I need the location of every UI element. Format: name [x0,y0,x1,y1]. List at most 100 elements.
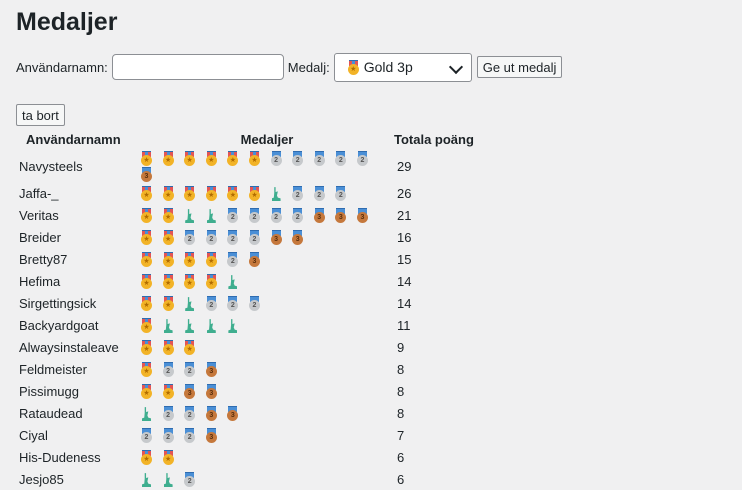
give-medal-button[interactable]: Ge ut medalj [476,56,563,78]
table-row: Veritas ★ ★ 2 2 2 2 3 3 3 21 [16,204,474,226]
bronze-medal-icon: 3 [183,384,196,400]
medal-select[interactable]: ★ Gold 3p [333,52,472,82]
silver-medal-icon: 2 [183,230,196,246]
statue-icon [140,472,153,488]
silver-medal-icon: 2 [226,296,239,312]
gold-medal-icon: ★ [140,230,153,246]
bronze-medal-icon: 3 [270,230,283,246]
username-cell: Hefima [19,273,61,289]
gold-medal-icon: ★ [205,151,218,167]
username-cell: Breider [19,229,61,245]
silver-medal-icon: 2 [205,230,218,246]
silver-medal-icon: 2 [291,208,304,224]
silver-medal-icon: 2 [248,230,261,246]
silver-medal-icon: 2 [162,406,175,422]
medals-cell: ★ ★ ★ ★ ★ ★ 2 2 2 [140,182,394,204]
silver-medal-icon: 2 [270,208,283,224]
bronze-medal-icon: 3 [205,406,218,422]
table-row: Alwaysinstaleave ★ ★ ★ 9 [16,336,474,358]
points-cell: 8 [397,405,405,421]
points-cell: 7 [397,427,405,443]
username-cell: Bretty87 [19,251,68,267]
gold-medal-icon: ★ [248,186,261,202]
medal-label: Medalj: [287,59,330,75]
statue-icon [140,406,153,422]
silver-medal-icon: 2 [248,296,261,312]
column-header-points: Totala poäng [394,131,474,147]
points-cell: 21 [397,207,412,223]
table-row: Backyardgoat ★ 11 [16,314,474,336]
medals-cell: 2233 [140,402,394,424]
gold-medal-icon: ★ [140,296,153,312]
gold-medal-icon: ★ [226,186,239,202]
statue-icon [183,296,196,312]
statue-icon [270,186,283,202]
bronze-medal-icon: 3 [356,208,369,224]
statue-icon [183,208,196,224]
gold-medal-icon: ★ [183,252,196,268]
statue-icon [205,208,218,224]
gold-medal-icon: ★ [140,252,153,268]
gold-medal-icon: ★ [162,274,175,290]
medals-cell: ★ ★ ★ ★ 2 3 [140,248,394,270]
username-cell: Veritas [19,207,59,223]
points-cell: 6 [397,471,405,487]
chevron-down-icon [448,59,463,74]
medals-cell: ★ ★ [140,446,394,468]
bronze-medal-icon: 3 [334,208,347,224]
silver-medal-icon: 2 [162,362,175,378]
gold-medal-icon: ★ [183,340,196,356]
gold-medal-icon: ★ [140,362,153,378]
silver-medal-icon: 2 [291,186,304,202]
username-input[interactable] [111,54,284,80]
points-cell: 8 [397,383,405,399]
gold-medal-icon: ★ [140,151,153,167]
gold-medal-icon: ★ [183,274,196,290]
points-cell: 11 [397,317,411,333]
gold-medal-icon: ★ [140,318,153,334]
medals-cell: 2223 [140,424,394,446]
username-cell: Feldmeister [19,361,87,377]
username-cell: Ciyal [19,427,48,443]
silver-medal-icon: 2 [162,428,175,444]
points-cell: 6 [397,449,405,465]
gold-medal-icon: ★ [162,340,175,356]
bronze-medal-icon: 3 [140,167,153,183]
silver-medal-icon: 2 [226,252,239,268]
username-label: Användarnamn: [16,59,108,75]
points-cell: 26 [397,185,412,201]
statue-icon [226,318,239,334]
gold-medal-icon: ★ [183,151,196,167]
points-cell: 9 [397,339,405,355]
medals-cell: ★ ★ ★ [140,336,394,358]
username-cell: Jaffa-_ [19,185,59,201]
silver-medal-icon: 2 [226,230,239,246]
remove-button[interactable]: ta bort [16,104,65,126]
silver-medal-icon: 2 [226,208,239,224]
table-row: Jesjo85 2 6 [16,468,474,490]
username-cell: His-Dudeness [19,449,101,465]
username-cell: Navysteels [19,158,83,174]
medals-cell: ★ ★ 3 3 [140,380,394,402]
points-cell: 14 [397,273,412,289]
statue-icon [162,472,175,488]
gold-medal-icon: ★ [140,274,153,290]
statue-icon [183,318,196,334]
gold-medal-icon: ★ [162,252,175,268]
silver-medal-icon: 2 [183,428,196,444]
column-header-medals: Medaljer [240,131,294,147]
username-cell: Backyardgoat [19,317,99,333]
gold-medal-icon: ★ [205,274,218,290]
bronze-medal-icon: 3 [205,428,218,444]
statue-icon [162,318,175,334]
medals-cell: ★ 2 2 3 [140,358,394,380]
table-row: His-Dudeness ★ ★ 6 [16,446,474,468]
bronze-medal-icon: 3 [313,208,326,224]
silver-medal-icon: 2 [183,362,196,378]
gold-medal-icon: ★ [162,151,175,167]
table-row: Rataudead 2 2 3 3 8 [16,402,474,424]
table-row: Feldmeister ★ 2 2 3 8 [16,358,474,380]
gold-medal-icon: ★ [162,186,175,202]
username-cell: Pissimugg [19,383,79,399]
username-cell: Rataudead [19,405,83,421]
